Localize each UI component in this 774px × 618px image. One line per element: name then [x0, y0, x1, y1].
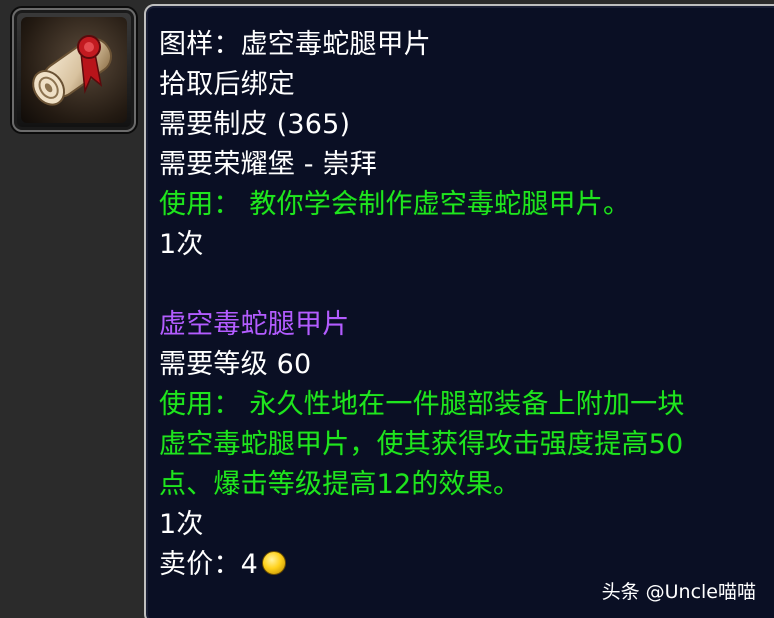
skill-requirement: 需要制皮 (365)	[159, 109, 351, 140]
game-screen: 图样：虚空毒蛇腿甲片 拾取后绑定 需要制皮 (365) 需要荣耀堡 - 崇拜 使…	[0, 0, 774, 618]
scroll-pattern-icon	[21, 17, 127, 123]
watermark: 头条 @Uncle喵喵	[601, 581, 756, 603]
charges-text: 1次	[159, 229, 204, 260]
gold-coin-icon	[261, 551, 286, 575]
use-effect-line-2: 虚空毒蛇腿甲片，使其获得攻击强度提高50	[159, 429, 684, 460]
level-requirement: 需要等级 60	[159, 349, 312, 380]
item-title: 图样：虚空毒蛇腿甲片	[159, 29, 431, 60]
item-tooltip: 图样：虚空毒蛇腿甲片 拾取后绑定 需要制皮 (365) 需要荣耀堡 - 崇拜 使…	[144, 4, 774, 618]
charges-text-2: 1次	[159, 509, 204, 540]
use-effect-line-3: 点、爆击等级提高12的效果。	[159, 469, 521, 500]
sell-price: 卖价：4	[159, 546, 286, 584]
use-effect-line-1: 使用： 永久性地在一件腿部装备上附加一块	[159, 389, 685, 420]
use-effect-learn: 使用： 教你学会制作虚空毒蛇腿甲片。	[159, 189, 631, 220]
item-icon-frame[interactable]	[12, 8, 136, 132]
reputation-requirement: 需要荣耀堡 - 崇拜	[159, 149, 377, 180]
created-item-name[interactable]: 虚空毒蛇腿甲片	[159, 306, 349, 344]
bind-text: 拾取后绑定	[159, 69, 295, 100]
sell-price-text: 卖价：4	[159, 549, 258, 580]
